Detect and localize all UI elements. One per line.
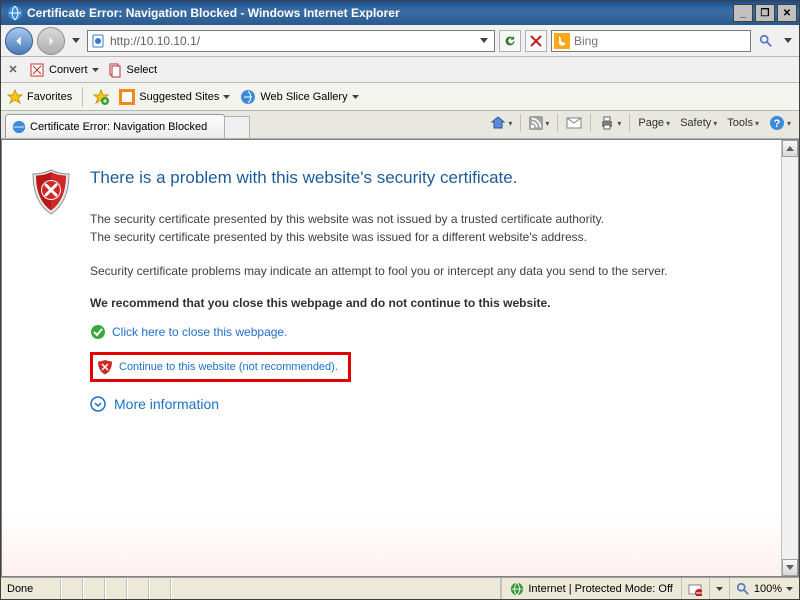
close-toolbar-button[interactable]: ✕ — [5, 62, 21, 78]
continue-website-link[interactable]: Continue to this website (not recommende… — [119, 361, 338, 373]
address-bar[interactable] — [87, 30, 495, 52]
favorites-bar: Favorites Suggested Sites Web Slice Gall… — [1, 83, 799, 111]
cert-error-line2: The security certificate presented by th… — [90, 228, 746, 246]
feeds-button[interactable]: ▾ — [525, 113, 553, 133]
cert-error-heading: There is a problem with this website's s… — [90, 168, 746, 188]
web-slice-label: Web Slice Gallery — [260, 91, 347, 103]
status-text: Done — [1, 578, 61, 599]
back-button[interactable] — [5, 27, 33, 55]
zoom-level: 100% — [754, 583, 782, 595]
search-go-button[interactable] — [755, 30, 777, 52]
web-slice-button[interactable]: Web Slice Gallery — [240, 89, 358, 105]
search-box[interactable] — [551, 30, 751, 52]
cert-recommend: We recommend that you close this webpage… — [90, 296, 746, 310]
select-label: Select — [127, 64, 158, 76]
suggested-sites-label: Suggested Sites — [139, 91, 219, 103]
zoom-control[interactable]: 100% — [730, 578, 799, 599]
home-button[interactable]: ▾ — [486, 113, 516, 133]
page-content: There is a problem with this website's s… — [2, 140, 781, 576]
tab-bar: Certificate Error: Navigation Blocked ▾ … — [1, 111, 799, 139]
select-button[interactable]: Select — [107, 62, 158, 78]
page-label: Page — [638, 117, 664, 129]
forward-button[interactable] — [37, 27, 65, 55]
search-provider-dropdown[interactable] — [781, 31, 795, 51]
convert-button[interactable]: Convert — [29, 62, 99, 78]
svg-text:?: ? — [774, 118, 781, 130]
ie-icon — [7, 5, 23, 21]
page-menu-button[interactable]: Page ▾ — [634, 113, 674, 133]
bing-icon — [554, 33, 570, 49]
checkmark-icon — [90, 324, 106, 340]
more-information-toggle[interactable]: More information — [90, 396, 746, 412]
cert-error-line1: The security certificate presented by th… — [90, 210, 746, 228]
close-window-button[interactable]: ✕ — [777, 4, 797, 22]
shield-error-icon — [30, 168, 72, 412]
separator — [82, 87, 83, 107]
titlebar: Certificate Error: Navigation Blocked - … — [1, 1, 799, 25]
more-info-label: More information — [114, 396, 219, 412]
cert-error-line3: Security certificate problems may indica… — [90, 262, 746, 280]
convert-label: Convert — [49, 64, 88, 76]
close-webpage-link[interactable]: Click here to close this webpage. — [112, 325, 287, 339]
tab-active[interactable]: Certificate Error: Navigation Blocked — [5, 114, 225, 138]
stop-button[interactable] — [525, 30, 547, 52]
continue-highlight-box: Continue to this website (not recommende… — [90, 352, 351, 382]
status-bar: Done Internet | Protected Mode: Off 100% — [1, 577, 799, 599]
zone-label: Internet | Protected Mode: Off — [528, 583, 673, 595]
scroll-up-button[interactable] — [782, 140, 798, 157]
refresh-button[interactable] — [499, 30, 521, 52]
content-area: There is a problem with this website's s… — [1, 139, 799, 577]
read-mail-button[interactable] — [562, 113, 586, 133]
navigation-bar — [1, 25, 799, 57]
minimize-button[interactable]: _ — [733, 4, 753, 22]
security-zone[interactable]: Internet | Protected Mode: Off — [502, 578, 682, 599]
add-favorite-button[interactable] — [93, 89, 109, 105]
tab-title: Certificate Error: Navigation Blocked — [30, 121, 207, 133]
help-button[interactable]: ?▾ — [765, 113, 795, 133]
suggested-sites-button[interactable]: Suggested Sites — [119, 89, 230, 105]
nav-history-dropdown[interactable] — [69, 31, 83, 51]
window-title: Certificate Error: Navigation Blocked - … — [27, 6, 731, 20]
certificate-error-icon — [90, 33, 106, 49]
favorites-button[interactable]: Favorites — [7, 89, 72, 105]
tools-menu-button[interactable]: Tools ▾ — [723, 113, 763, 133]
new-tab-button[interactable] — [224, 116, 250, 138]
vertical-scrollbar[interactable] — [781, 140, 798, 576]
popup-blocker-icon[interactable] — [682, 578, 710, 599]
safety-label: Safety — [680, 117, 711, 129]
url-input[interactable] — [110, 34, 476, 48]
tools-label: Tools — [727, 117, 753, 129]
print-button[interactable]: ▾ — [595, 113, 625, 133]
status-dropdown[interactable] — [710, 578, 730, 599]
scroll-down-button[interactable] — [782, 559, 798, 576]
shield-warn-icon — [97, 359, 113, 375]
addon-toolbar: ✕ Convert Select — [1, 57, 799, 83]
maximize-button[interactable]: ❐ — [755, 4, 775, 22]
favorites-label: Favorites — [27, 91, 72, 103]
scrollbar-track[interactable] — [782, 157, 798, 559]
search-input[interactable] — [574, 34, 748, 48]
command-bar: ▾ ▾ ▾ Page ▾ Safety ▾ Tools ▾ ?▾ — [486, 111, 795, 138]
safety-menu-button[interactable]: Safety ▾ — [676, 113, 721, 133]
address-dropdown[interactable] — [476, 32, 492, 50]
